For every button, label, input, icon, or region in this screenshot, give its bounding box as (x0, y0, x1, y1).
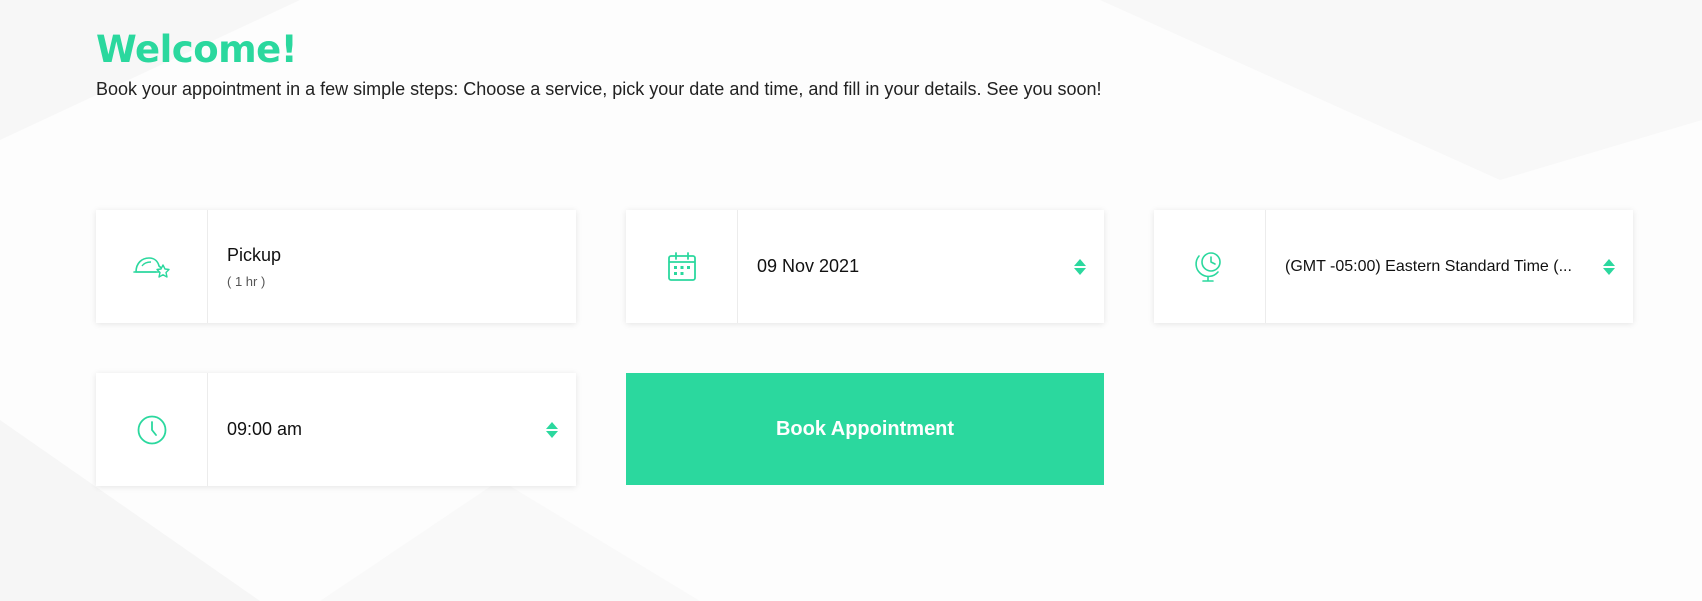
timezone-icon-cell (1154, 210, 1266, 323)
date-icon-cell (626, 210, 738, 323)
time-content: 09:00 am (208, 373, 576, 486)
date-sort-arrows-icon[interactable] (1074, 258, 1086, 275)
time-value: 09:00 am (227, 419, 303, 439)
service-content: Pickup ( 1 hr ) (208, 210, 576, 323)
date-value: 09 Nov 2021 (757, 256, 860, 276)
page-subtitle: Book your appointment in a few simple st… (96, 79, 1102, 99)
time-picker[interactable]: 09:00 am (96, 373, 576, 486)
service-duration: ( 1 hr ) (227, 273, 266, 289)
time-icon-cell (96, 373, 208, 486)
service-icon-cell (96, 210, 208, 323)
globe-clock-icon (1194, 251, 1221, 282)
service-selector[interactable]: Pickup ( 1 hr ) (96, 210, 576, 323)
timezone-selector[interactable]: (GMT -05:00) Eastern Standard Time (... (1154, 210, 1633, 323)
clock-icon (137, 415, 166, 444)
calendar-icon (667, 251, 696, 281)
booking-page: Welcome! Book your appointment in a few … (0, 0, 1702, 601)
timezone-value: (GMT -05:00) Eastern Standard Time (... (1285, 257, 1572, 275)
date-picker[interactable]: 09 Nov 2021 (626, 210, 1104, 323)
book-appointment-button[interactable]: Book Appointment (626, 373, 1104, 485)
timezone-content: (GMT -05:00) Eastern Standard Time (... (1266, 210, 1633, 323)
page-header: Welcome! Book your appointment in a few … (96, 28, 1102, 99)
service-name: Pickup (227, 244, 282, 265)
page-title: Welcome! (96, 28, 298, 71)
timezone-sort-arrows-icon[interactable] (1603, 258, 1615, 275)
date-content: 09 Nov 2021 (738, 210, 1104, 323)
cap-star-icon (132, 256, 170, 278)
time-sort-arrows-icon[interactable] (546, 421, 558, 438)
